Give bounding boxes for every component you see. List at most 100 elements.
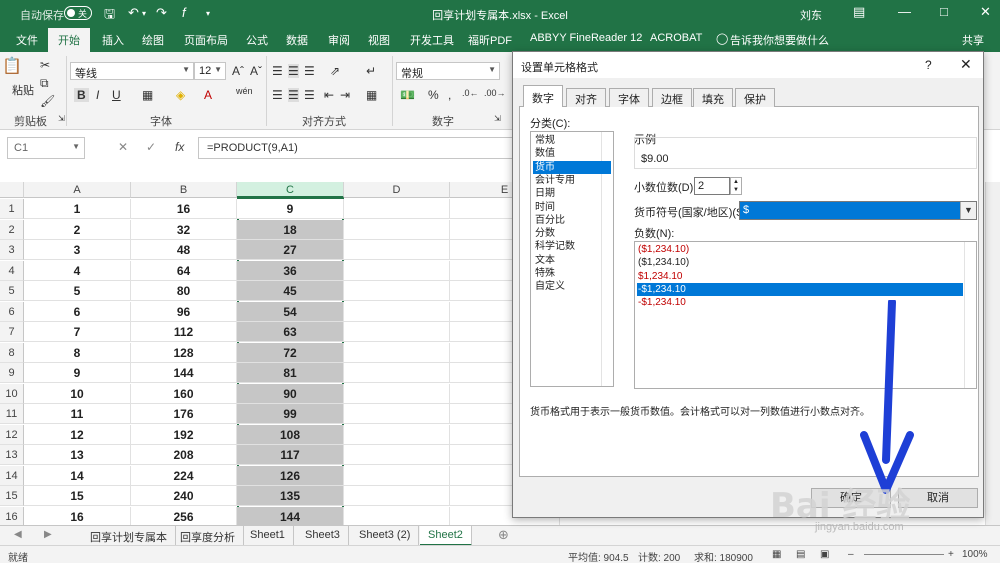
phonetic-icon[interactable]: wén [236, 86, 253, 96]
cell-b[interactable]: 96 [131, 301, 237, 322]
merge-center-icon[interactable]: ▦ [366, 88, 377, 102]
close-icon[interactable]: ✕ [980, 4, 991, 20]
cell-d[interactable] [344, 465, 450, 486]
fill-color-icon[interactable]: ◈ [176, 88, 185, 102]
category-item[interactable]: 常规 [533, 134, 611, 147]
paste-label[interactable]: 粘贴 [12, 82, 34, 98]
tab-draw[interactable]: 绘图 [142, 32, 164, 48]
clipboard-launcher-icon[interactable]: ⇲ [58, 114, 65, 123]
increase-indent-icon[interactable]: ⇥ [340, 88, 350, 102]
cell-c[interactable]: 45 [237, 281, 344, 301]
sheet-tab-sheet2[interactable]: Sheet2 [420, 526, 472, 546]
negative-format-item[interactable]: ($1,234.10) [637, 256, 963, 269]
tab-home[interactable]: 开始 [48, 28, 90, 52]
row-header[interactable]: 13 [0, 445, 24, 465]
decimals-spinner[interactable]: ▲ ▼ [730, 177, 742, 195]
next-sheet-icon[interactable]: ▶ [44, 529, 52, 540]
cell-d[interactable] [344, 322, 450, 342]
cell-a[interactable]: 12 [24, 424, 131, 445]
row-header[interactable]: 2 [0, 219, 24, 240]
zoom-out-icon[interactable]: – [848, 549, 854, 560]
cell-d[interactable] [344, 342, 450, 363]
percent-icon[interactable]: % [428, 88, 439, 102]
cancel-entry-icon[interactable]: ✕ [118, 140, 128, 154]
decrease-indent-icon[interactable]: ⇤ [324, 88, 334, 102]
row-header[interactable]: 4 [0, 260, 24, 281]
align-bottom-icon[interactable]: ☰ [304, 64, 315, 78]
sheet-tab-sheet3[interactable]: Sheet3 [297, 526, 349, 546]
category-list[interactable]: 常规 数值 货币 会计专用 日期 时间 百分比 分数 科学记数 文本 特殊 自定义 [530, 131, 614, 387]
cell-b[interactable]: 224 [131, 465, 237, 486]
row-header[interactable]: 8 [0, 342, 24, 363]
sheet-tab-sheet3-2[interactable]: Sheet3 (2) [351, 526, 420, 546]
row-header[interactable]: 11 [0, 404, 24, 424]
align-right-icon[interactable]: ☰ [304, 88, 315, 102]
cell-b[interactable]: 144 [131, 363, 237, 383]
negative-format-item[interactable]: ($1,234.10) [637, 243, 963, 256]
underline-icon[interactable]: U [112, 88, 121, 102]
row-header[interactable]: 15 [0, 486, 24, 506]
cell-a[interactable]: 5 [24, 281, 131, 301]
close-icon[interactable]: ✕ [960, 56, 972, 73]
cell-d[interactable] [344, 404, 450, 424]
cell-d[interactable] [344, 383, 450, 404]
page-layout-view-icon[interactable]: ▤ [796, 549, 805, 560]
cell-d[interactable] [344, 240, 450, 260]
cell-d[interactable] [344, 424, 450, 445]
tab-protection[interactable]: 保护 [735, 88, 775, 107]
tab-foxit-pdf[interactable]: 福昕PDF [468, 32, 512, 48]
select-all-corner[interactable] [0, 182, 24, 198]
cell-c[interactable]: 108 [237, 424, 344, 445]
user-name[interactable]: 刘东 [800, 7, 822, 23]
cell-a[interactable]: 3 [24, 240, 131, 260]
category-item[interactable]: 自定义 [533, 280, 611, 293]
cell-a[interactable]: 2 [24, 219, 131, 240]
cell-c[interactable]: 18 [237, 219, 344, 240]
cell-c[interactable]: 144 [237, 506, 344, 527]
cell-c[interactable]: 99 [237, 404, 344, 424]
tell-me-search[interactable]: 告诉我你想要做什么 [730, 32, 829, 48]
cell-a[interactable]: 14 [24, 465, 131, 486]
negative-format-item[interactable]: -$1,234.10 [637, 282, 963, 296]
cell-b[interactable]: 160 [131, 383, 237, 404]
row-header[interactable]: 3 [0, 240, 24, 260]
category-item[interactable]: 分数 [533, 227, 611, 240]
cell-a[interactable]: 8 [24, 342, 131, 363]
bold-icon[interactable]: B [74, 88, 89, 102]
accounting-format-icon[interactable]: 💵 [400, 88, 415, 102]
normal-view-icon[interactable]: ▦ [772, 549, 781, 560]
cell-a[interactable]: 13 [24, 445, 131, 465]
category-item[interactable]: 百分比 [533, 214, 611, 227]
align-top-icon[interactable]: ☰ [272, 64, 283, 78]
sheet-tab-huixiang-plan[interactable]: 回享计划专属本 [82, 526, 176, 546]
tab-formulas[interactable]: 公式 [246, 32, 268, 48]
cell-b[interactable]: 32 [131, 219, 237, 240]
cell-a[interactable]: 9 [24, 363, 131, 383]
tab-developer[interactable]: 开发工具 [410, 32, 454, 48]
confirm-entry-icon[interactable]: ✓ [146, 140, 156, 154]
tab-number[interactable]: 数字 [523, 85, 563, 108]
category-item[interactable]: 时间 [533, 201, 611, 214]
number-format-select[interactable]: 常规 ▼ [396, 62, 500, 80]
tab-file[interactable]: 文件 [16, 32, 38, 48]
cell-c[interactable]: 27 [237, 240, 344, 260]
format-painter-icon[interactable]: 🖌 [40, 94, 55, 108]
minimize-icon[interactable]: — [898, 4, 911, 19]
cell-c[interactable]: 72 [237, 342, 344, 363]
row-header[interactable]: 7 [0, 322, 24, 342]
cell-b[interactable]: 208 [131, 445, 237, 465]
cell-d[interactable] [344, 363, 450, 383]
category-item[interactable]: 数值 [533, 147, 611, 160]
row-header[interactable]: 14 [0, 465, 24, 486]
decrease-font-icon[interactable]: Aˇ [250, 64, 262, 78]
cell-d[interactable] [344, 301, 450, 322]
category-item[interactable]: 货币 [533, 160, 611, 174]
font-color-icon[interactable]: A [204, 88, 212, 102]
cell-b[interactable]: 128 [131, 342, 237, 363]
vertical-scrollbar[interactable] [985, 182, 1000, 525]
ribbon-display-icon[interactable]: ▤ [853, 4, 865, 20]
tab-page-layout[interactable]: 页面布局 [184, 32, 228, 48]
prev-sheet-icon[interactable]: ◀ [14, 529, 22, 540]
tab-view[interactable]: 视图 [368, 32, 390, 48]
column-header-a[interactable]: A [24, 182, 131, 198]
